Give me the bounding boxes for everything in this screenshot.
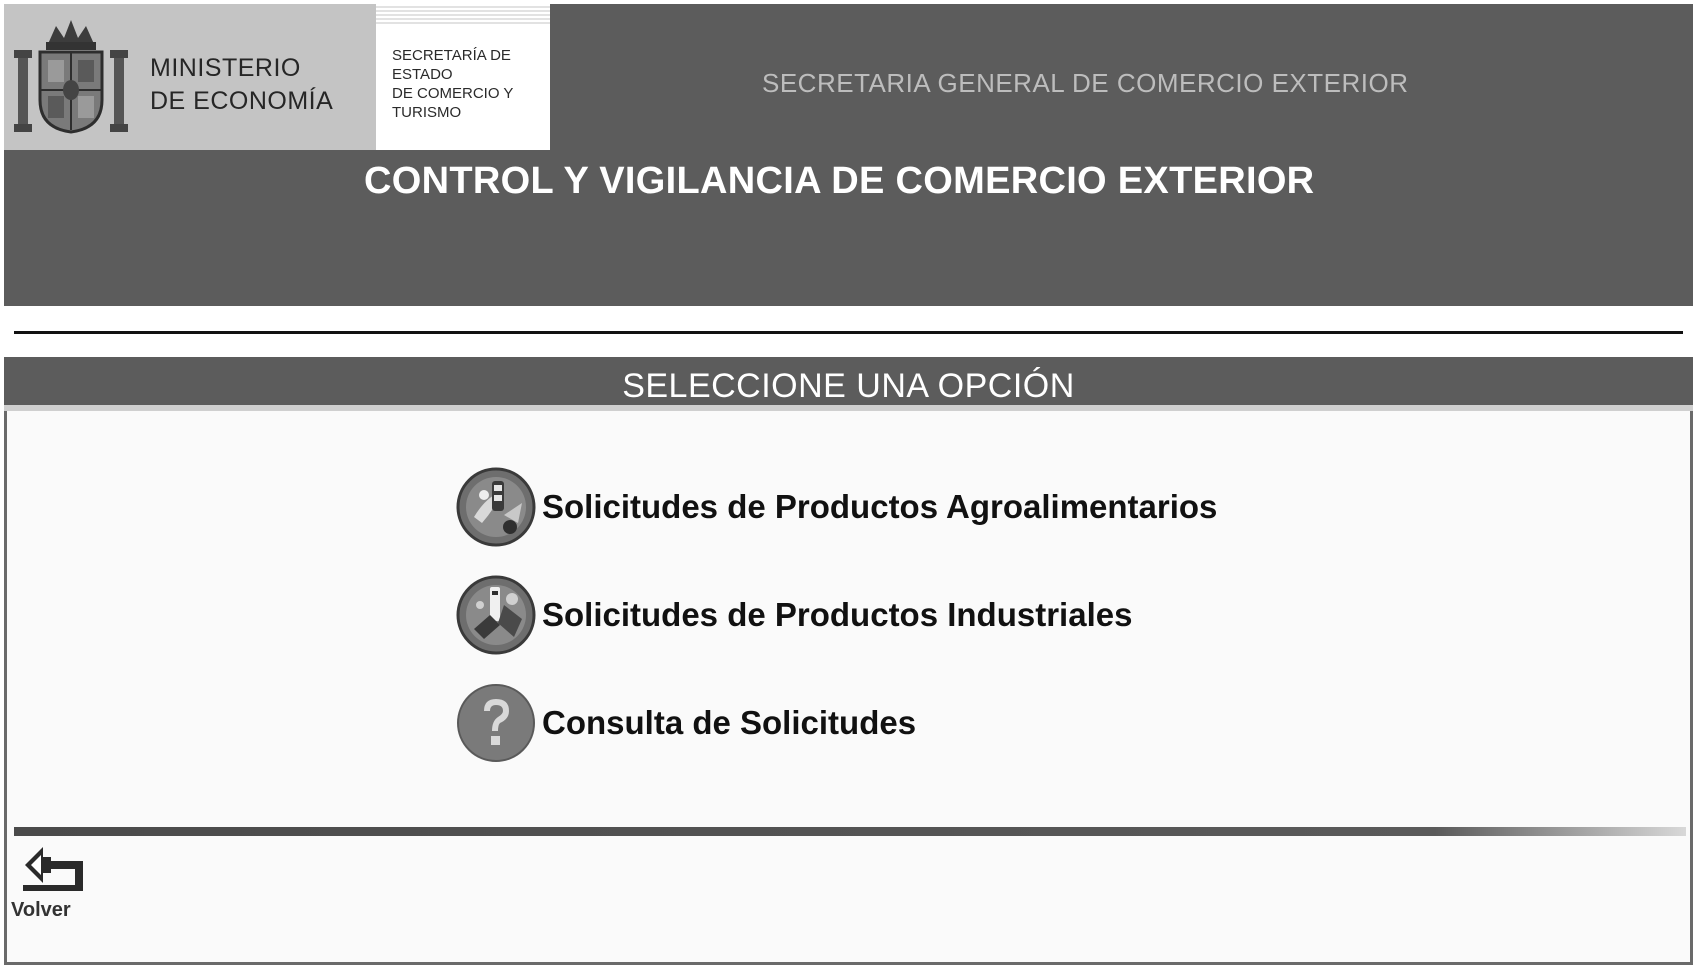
ministry-line-1: MINISTERIO	[150, 54, 301, 82]
option-industrial-requests[interactable]: Solicitudes de Productos Industriales	[456, 575, 1132, 655]
option-agrifood-label: Solicitudes de Productos Agroalimentario…	[542, 488, 1218, 525]
page-title: CONTROL Y VIGILANCIA DE COMERCIO EXTERIO…	[364, 160, 1315, 202]
back-label: Volver	[11, 899, 71, 921]
back-button[interactable]: Volver	[11, 843, 91, 923]
option-request-lookup-label: Consulta de Solicitudes	[542, 704, 917, 741]
secretaria-line-1: SECRETARÍA DE	[392, 47, 511, 64]
agrifood-icon	[456, 467, 536, 547]
secretaria-name: SECRETARÍA DE ESTADO DE COMERCIO Y TURIS…	[392, 46, 548, 122]
secretaria-line-3: DE COMERCIO Y	[392, 85, 514, 102]
coat-of-arms-icon	[14, 20, 128, 134]
general-secretariat-title: SECRETARIA GENERAL DE COMERCIO EXTERIOR	[762, 68, 1409, 98]
option-request-lookup[interactable]: Consulta de Solicitudes	[456, 683, 916, 763]
options-panel: SELECCIONE UNA OPCIÓN Solicitudes de Pro…	[4, 357, 1693, 965]
back-arrow-icon	[23, 847, 83, 891]
header-divider	[14, 331, 1683, 334]
industrial-icon	[456, 575, 536, 655]
panel-title: SELECCIONE UNA OPCIÓN	[622, 367, 1075, 405]
panel-bottom-bar	[14, 827, 1686, 836]
secretaria-line-2: ESTADO	[392, 66, 453, 83]
option-industrial-label: Solicitudes de Productos Industriales	[542, 596, 1133, 633]
panel-header: SELECCIONE UNA OPCIÓN	[4, 357, 1693, 411]
logo-stripe	[376, 4, 550, 24]
ministry-name: MINISTERIO DE ECONOMÍA	[150, 52, 333, 118]
option-agrifood-requests[interactable]: Solicitudes de Productos Agroalimentario…	[456, 467, 1217, 547]
question-icon	[457, 684, 535, 762]
ministry-line-2: DE ECONOMÍA	[150, 87, 334, 115]
ministry-logo: MINISTERIO DE ECONOMÍA	[4, 4, 376, 150]
secretaria-line-4: TURISMO	[392, 104, 462, 121]
secretaria-logo: SECRETARÍA DE ESTADO DE COMERCIO Y TURIS…	[376, 4, 550, 150]
page-header: MINISTERIO DE ECONOMÍA SECRETARÍA DE EST…	[4, 4, 1693, 306]
